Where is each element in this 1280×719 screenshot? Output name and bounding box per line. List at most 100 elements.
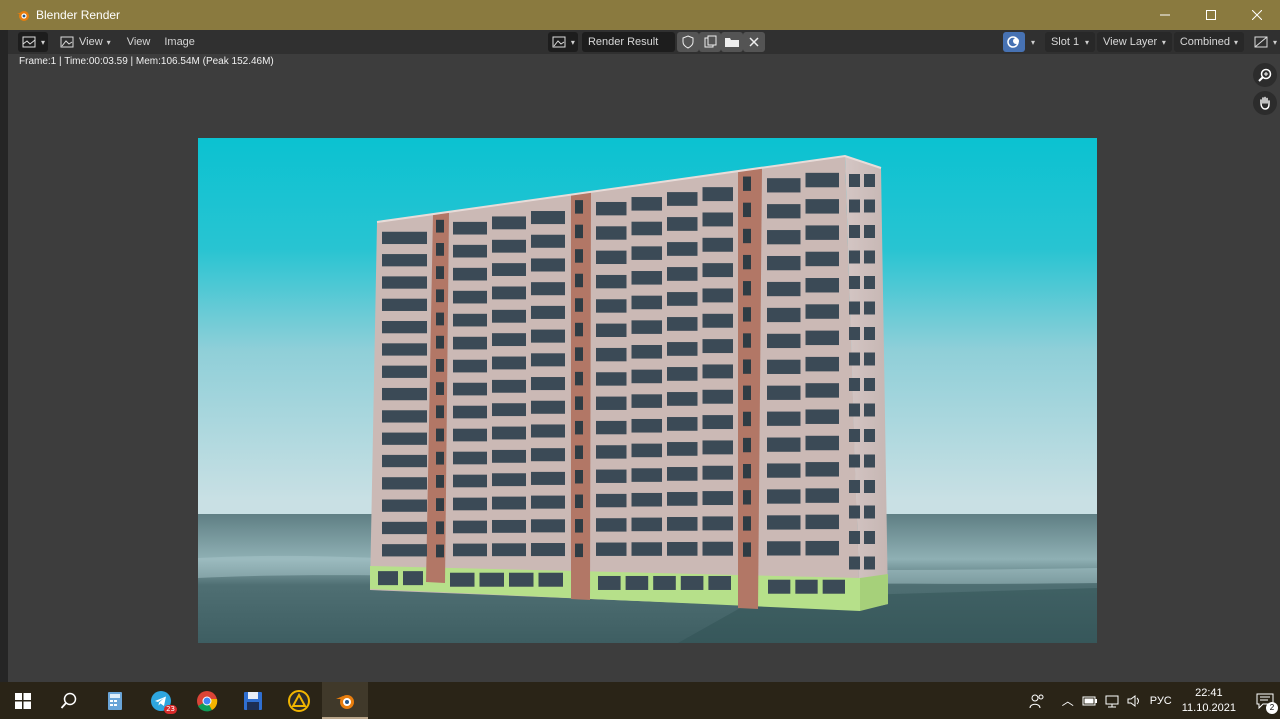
building-window	[702, 339, 733, 354]
close-button[interactable]	[1234, 0, 1280, 30]
browse-image-button[interactable]: ▾	[547, 32, 578, 52]
building-window	[702, 389, 733, 404]
building-window	[702, 237, 733, 252]
people-icon[interactable]	[1028, 693, 1046, 709]
building-window	[596, 347, 627, 362]
unlink-image-button[interactable]	[742, 32, 765, 52]
blender-logo-icon	[17, 11, 29, 21]
stairwell-window	[436, 382, 444, 395]
side-window	[849, 378, 860, 391]
volume-icon[interactable]	[1126, 694, 1142, 708]
stairwell-window	[575, 298, 583, 312]
building-window	[531, 471, 565, 485]
building-window	[453, 336, 487, 350]
building-window	[596, 420, 627, 435]
start-button[interactable]	[0, 682, 46, 719]
building-window	[667, 317, 698, 331]
building-window	[531, 258, 565, 272]
render-pass-select[interactable]: Combined ▾	[1173, 32, 1244, 52]
building-window	[767, 437, 801, 452]
building-window	[531, 377, 565, 391]
slot-select[interactable]: Slot 1 ▾	[1044, 32, 1095, 52]
ground-floor-window	[378, 571, 398, 586]
taskbar-chrome[interactable]	[184, 682, 230, 719]
notification-center-button[interactable]: 2	[1250, 682, 1280, 719]
building-window	[596, 542, 627, 556]
building-window	[382, 410, 427, 423]
search-icon	[60, 692, 77, 709]
building-window	[805, 199, 839, 214]
render-result-image	[198, 138, 1097, 643]
building-window	[596, 226, 627, 240]
close-icon	[749, 37, 759, 47]
notification-count: 2	[1266, 702, 1278, 714]
taskbar-app-triangle[interactable]	[276, 682, 322, 719]
side-window	[849, 327, 860, 340]
building-window	[382, 231, 427, 245]
new-image-button[interactable]	[698, 32, 721, 52]
side-window	[849, 454, 860, 468]
building-window	[596, 469, 627, 483]
chevron-down-icon: ▾	[41, 37, 46, 47]
stairwell-window	[436, 243, 444, 256]
taskbar-calculator[interactable]	[92, 682, 138, 719]
building-window	[805, 540, 839, 556]
building-window	[702, 415, 733, 430]
taskbar-save-app[interactable]	[230, 682, 276, 719]
gizmo-toggle-button[interactable]	[1002, 32, 1025, 52]
view-layer-select[interactable]: View Layer ▾	[1097, 32, 1172, 52]
building-window	[531, 448, 565, 462]
building-window	[667, 367, 698, 381]
building-window	[631, 394, 662, 408]
stairwell-window	[743, 385, 751, 400]
system-clock[interactable]: 22:41 11.10.2021	[1182, 686, 1236, 716]
search-button[interactable]	[46, 682, 92, 719]
building-window	[492, 543, 526, 557]
network-icon[interactable]	[1104, 694, 1120, 708]
side-window	[849, 505, 860, 519]
battery-icon[interactable]	[1082, 696, 1098, 706]
maximize-button[interactable]	[1188, 0, 1234, 30]
taskbar-telegram[interactable]: 23	[138, 682, 184, 719]
chevron-down-icon[interactable]: ▾	[1031, 38, 1035, 47]
building-window	[596, 518, 627, 532]
minimize-button[interactable]	[1142, 0, 1188, 30]
building-window	[667, 292, 698, 306]
stairwell-window	[436, 219, 444, 233]
view-mode-button[interactable]: View ▾	[56, 32, 114, 52]
image-name-field[interactable]: Render Result	[581, 32, 675, 52]
stairwell-window	[436, 498, 444, 511]
stairwell-window	[436, 475, 444, 488]
stairwell-window	[743, 359, 751, 374]
folder-icon	[724, 38, 739, 47]
ground-floor-window	[403, 571, 423, 586]
building-window	[531, 305, 565, 319]
side-window	[864, 556, 875, 570]
menu-view[interactable]: View	[120, 36, 158, 48]
stairwell-window	[436, 359, 444, 372]
menu-image[interactable]: Image	[157, 36, 202, 48]
clock-time: 22:41	[1195, 686, 1223, 699]
building-window	[667, 467, 698, 481]
language-indicator[interactable]: РУС	[1150, 695, 1172, 707]
building-window	[667, 417, 698, 431]
ground-floor-window	[768, 579, 791, 594]
chevron-up-icon[interactable]: ︿	[1062, 692, 1074, 709]
chrome-icon	[197, 690, 218, 711]
pan-button[interactable]	[1253, 91, 1277, 115]
open-image-button[interactable]	[720, 32, 743, 52]
stairwell-window	[575, 322, 583, 337]
ground-floor-window	[479, 572, 504, 587]
building-window	[805, 514, 839, 530]
building-window	[767, 204, 801, 219]
editor-type-button[interactable]: ▾	[18, 32, 49, 52]
display-mode-button[interactable]: ▾	[1250, 32, 1280, 52]
fake-user-button[interactable]	[676, 32, 699, 52]
zoom-button[interactable]	[1253, 63, 1277, 87]
side-window	[849, 352, 860, 366]
building-window	[702, 212, 733, 227]
taskbar-blender[interactable]	[322, 682, 368, 719]
stairwell-window	[575, 224, 583, 239]
slot-label: Slot 1	[1050, 36, 1080, 48]
calculator-icon	[108, 691, 122, 710]
